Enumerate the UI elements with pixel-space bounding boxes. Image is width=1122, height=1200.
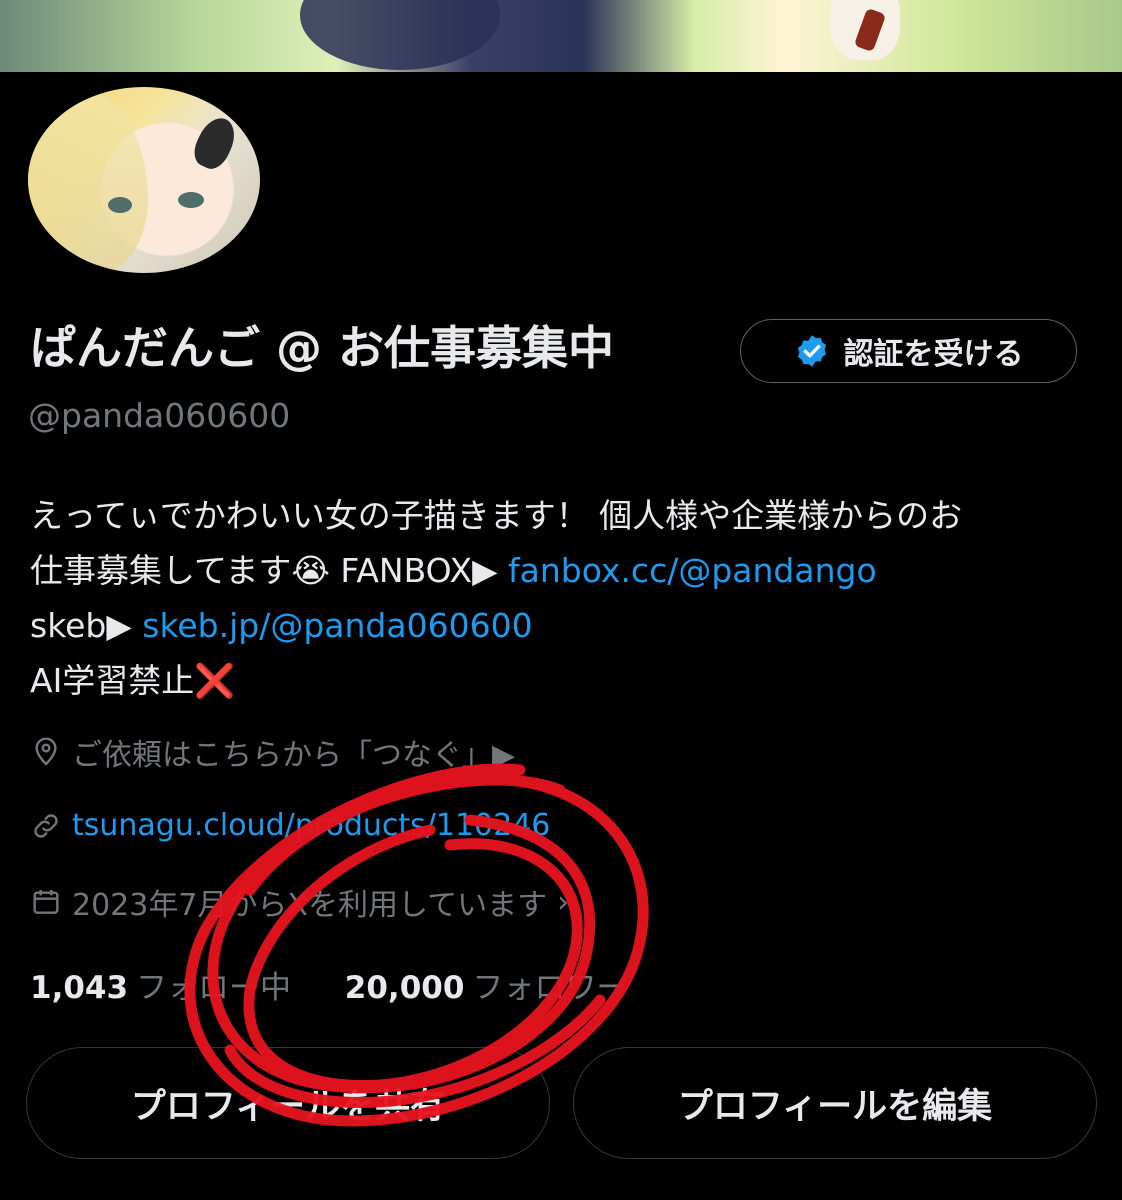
prohibited-mark: ❌ <box>194 661 236 700</box>
fanbox-link[interactable]: fanbox.cc/@pandango <box>508 551 877 590</box>
bio-line: 仕事募集してます😭 FANBOX▶ fanbox.cc/@pandango <box>30 551 877 590</box>
join-date-text: 2023年7月からXを利用しています <box>72 888 548 923</box>
edit-profile-button[interactable]: プロフィールを編集 <box>573 1047 1097 1159</box>
chevron-right-icon[interactable]: › <box>557 885 569 920</box>
verified-badge-icon <box>797 335 826 367</box>
following-label: フォロー中 <box>136 970 292 1006</box>
share-profile-button[interactable]: プロフィールを共有 <box>26 1047 550 1159</box>
calendar-icon <box>33 890 59 914</box>
display-name: ぱんだんご @ お仕事募集中 <box>30 321 615 375</box>
profile-join-date: 2023年7月からXを利用しています › <box>30 880 569 924</box>
avatar[interactable] <box>24 82 264 278</box>
location-pin-icon <box>35 737 57 766</box>
website-link[interactable]: tsunagu.cloud/products/110246 <box>72 808 550 843</box>
bio-line: えってぃでかわいい女の子描きます！ 個人様や企業様からのお <box>30 496 963 535</box>
bio-line: AI学習禁止❌ <box>30 661 236 700</box>
profile-banner[interactable] <box>0 0 1122 72</box>
location-text: ご依頼はこちらから「つなぐ」▶ <box>72 738 516 773</box>
get-verified-label: 認証を受ける <box>843 337 1024 372</box>
get-verified-button[interactable]: 認証を受ける <box>740 319 1077 383</box>
followers-label: フォロワー <box>472 970 628 1006</box>
followers-link[interactable]: 20,000 フォロワー <box>345 970 628 1006</box>
followers-count: 20,000 <box>344 970 465 1006</box>
following-link[interactable]: 1,043 フォロー中 <box>30 970 301 1006</box>
profile-website[interactable]: tsunagu.cloud/products/110246 <box>30 808 550 843</box>
bio-line: skeb▶ skeb.jp/@panda060600 <box>30 606 533 645</box>
follow-stats: 1,043 フォロー中 20,000 フォロワー <box>30 962 627 1007</box>
link-icon <box>34 813 58 838</box>
skeb-link[interactable]: skeb.jp/@panda060600 <box>142 606 532 645</box>
following-count: 1,043 <box>30 970 129 1006</box>
profile-location: ご依頼はこちらから「つなぐ」▶ <box>30 730 515 774</box>
user-handle: @panda060600 <box>28 396 291 435</box>
profile-bio: えってぃでかわいい女の子描きます！ 個人様や企業様からのお 仕事募集してます😭 … <box>30 488 1100 708</box>
